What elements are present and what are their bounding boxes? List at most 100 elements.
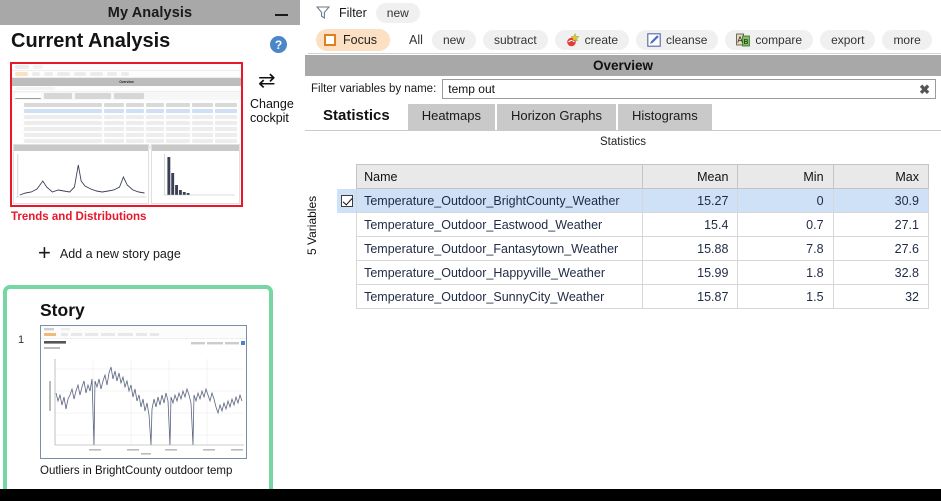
story-thumb-subheader: [41, 339, 246, 351]
cell-max: 27.1: [832, 212, 930, 237]
thumb-timeseries-chart: [13, 144, 150, 204]
cell-min: 1.5: [737, 284, 834, 309]
action-label: create: [584, 32, 619, 47]
current-analysis-heading: Current Analysis: [11, 30, 171, 52]
header-min[interactable]: Min: [737, 164, 834, 189]
action-label: new: [442, 32, 465, 47]
cell-name: Temperature_Outdoor_SunnyCity_Weather: [356, 284, 643, 309]
filter-toolbar-row: Filter new: [308, 0, 941, 25]
action-label: compare: [755, 32, 803, 47]
svg-text:B: B: [744, 39, 749, 46]
variables-count-label: 5 Variables: [305, 195, 319, 255]
tab-histograms[interactable]: Histograms: [618, 104, 712, 130]
row-checkbox-cell[interactable]: [337, 236, 357, 261]
action-new-button[interactable]: new: [431, 29, 476, 50]
cell-name: Temperature_Outdoor_Happyville_Weather: [356, 260, 643, 285]
cell-mean: 15.99: [641, 260, 739, 285]
story-thumb-timeseries: [49, 359, 244, 455]
minimize-button[interactable]: [268, 0, 294, 25]
filter-variables-label: Filter variables by name:: [311, 83, 437, 95]
cell-name: Temperature_Outdoor_Fantasytown_Weather: [356, 236, 643, 261]
cell-min: 1.8: [737, 260, 834, 285]
thumb-tabs: [12, 92, 241, 100]
row-checkbox-cell[interactable]: [337, 260, 357, 285]
row-checkbox-cell[interactable]: [337, 188, 357, 213]
table-row[interactable]: Temperature_Outdoor_Happyville_Weather 1…: [337, 260, 930, 285]
story-card[interactable]: Story 1 Outliers in BrightCounty outdoor…: [3, 285, 273, 499]
action-export-button[interactable]: export: [820, 29, 876, 50]
action-label: more: [893, 32, 921, 47]
cell-max: 30.9: [832, 188, 930, 213]
minimize-icon: [274, 14, 288, 16]
action-subtract-button[interactable]: subtract: [482, 29, 548, 50]
thumb-toolbar-row-1: [12, 64, 241, 71]
header-mean[interactable]: Mean: [641, 164, 739, 189]
tab-statistics[interactable]: Statistics: [313, 102, 406, 130]
cell-min: 0: [737, 188, 834, 213]
thumb-overview-bar: Overview: [12, 78, 241, 86]
cell-name: Temperature_Outdoor_BrightCounty_Weather: [356, 188, 643, 213]
add-story-page-button[interactable]: + Add a new story page: [38, 240, 181, 265]
change-cockpit-button[interactable]: Change cockpit: [250, 97, 300, 126]
thumb-histogram-chart: [151, 144, 240, 204]
plus-icon: +: [38, 240, 51, 265]
action-create-button[interactable]: create: [554, 29, 630, 50]
header-max[interactable]: Max: [832, 164, 930, 189]
thumb-toolbar-row-2: [12, 71, 241, 78]
cell-min: 7.8: [737, 236, 834, 261]
cell-name: Temperature_Outdoor_Eastwood_Weather: [356, 212, 643, 237]
clear-x-icon[interactable]: ✖: [919, 83, 930, 96]
help-icon[interactable]: ?: [270, 36, 287, 53]
left-panel: My Analysis Current Analysis ? Overview …: [0, 0, 300, 499]
cell-max: 32.8: [832, 260, 930, 285]
filter-variables-input[interactable]: [443, 80, 935, 98]
change-cockpit-label-line1: Change: [250, 97, 294, 111]
table-row[interactable]: Temperature_Outdoor_Eastwood_Weather 15.…: [337, 212, 930, 237]
window-title: My Analysis: [107, 4, 193, 21]
cell-mean: 15.87: [641, 284, 739, 309]
story-page-thumbnail[interactable]: [40, 325, 247, 459]
action-label: export: [831, 32, 865, 47]
square-outline-icon: [324, 33, 336, 46]
funnel-icon: [316, 6, 330, 19]
story-page-caption: Outliers in BrightCounty outdoor temp: [40, 465, 233, 477]
bottom-bar: [0, 489, 941, 501]
focus-button[interactable]: Focus: [316, 28, 391, 51]
table-row[interactable]: Temperature_Outdoor_Fantasytown_Weather …: [337, 236, 930, 261]
table-header-row: Name Mean Min Max: [337, 164, 930, 189]
action-toolbar-row: Focus All new subtract create cleanse A …: [308, 26, 941, 54]
story-thumb-toolbar: [41, 326, 246, 339]
row-checkbox-cell[interactable]: [337, 212, 357, 237]
tab-heatmaps[interactable]: Heatmaps: [407, 104, 495, 130]
cell-max: 32: [832, 284, 930, 309]
row-checkbox-cell[interactable]: [337, 284, 357, 309]
window-titlebar: My Analysis: [0, 0, 300, 25]
cell-min: 0.7: [737, 212, 834, 237]
table-row[interactable]: Temperature_Outdoor_BrightCounty_Weather…: [337, 188, 930, 213]
all-label: All: [409, 32, 423, 47]
current-analysis-caption: Trends and Distributions: [11, 211, 147, 223]
thumb-charts: [12, 143, 241, 205]
header-checkbox-col: [337, 164, 357, 189]
filter-label: Filter: [339, 5, 367, 20]
tab-horizon-graphs[interactable]: Horizon Graphs: [496, 104, 616, 130]
filter-variables-input-wrapper: ✖: [442, 79, 936, 99]
action-label: subtract: [493, 32, 537, 47]
focus-label: Focus: [343, 32, 378, 47]
action-more-button[interactable]: more: [882, 29, 932, 50]
swap-arrows-icon[interactable]: ⇄: [258, 70, 276, 91]
current-analysis-thumbnail[interactable]: Overview: [10, 62, 243, 207]
cell-mean: 15.27: [641, 188, 739, 213]
header-name[interactable]: Name: [356, 164, 643, 189]
add-story-page-label: Add a new story page: [59, 247, 181, 261]
row-checkbox[interactable]: [340, 195, 353, 208]
cell-mean: 15.4: [641, 212, 739, 237]
filter-new-chip[interactable]: new: [375, 2, 420, 23]
statistics-subtitle: Statistics: [599, 136, 646, 148]
action-compare-button[interactable]: A B compare: [725, 29, 814, 50]
action-cleanse-button[interactable]: cleanse: [636, 29, 719, 50]
overview-header: Overview: [305, 55, 941, 76]
story-heading: Story: [40, 300, 85, 320]
story-page-number: 1: [18, 334, 25, 346]
table-row[interactable]: Temperature_Outdoor_SunnyCity_Weather 15…: [337, 284, 930, 309]
